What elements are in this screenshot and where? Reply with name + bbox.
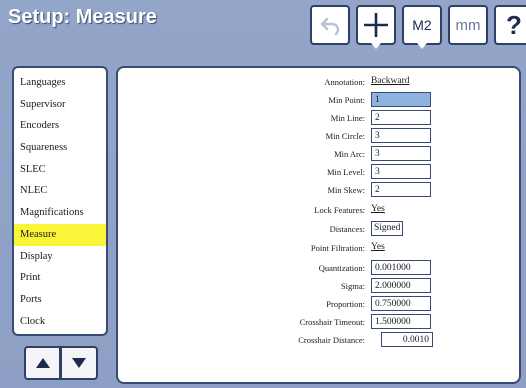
setting-label: Annotation: bbox=[324, 77, 365, 87]
measure-mode-button[interactable]: M2 bbox=[402, 5, 442, 49]
menu-item-print[interactable]: Print bbox=[14, 267, 106, 289]
menu-item-ports[interactable]: Ports bbox=[14, 289, 106, 311]
arrow-down-icon bbox=[72, 358, 86, 368]
setting-label: Min Skew: bbox=[327, 185, 365, 195]
min-circle-field[interactable]: 3 bbox=[371, 128, 431, 143]
setting-row-annotation: Annotation: Backward bbox=[118, 74, 519, 91]
setting-row-distances: Distances: Signed bbox=[118, 221, 519, 238]
units-button[interactable]: mm bbox=[448, 5, 488, 45]
setting-row-crosshair-timeout: Crosshair Timeout: 1.500000 bbox=[118, 314, 519, 331]
menu-scroll-controls bbox=[24, 346, 100, 380]
crosshair-distance-field[interactable]: 0.0010 bbox=[381, 332, 433, 347]
scroll-down-button[interactable] bbox=[61, 346, 98, 380]
setting-row-min-level: Min Level: 3 bbox=[118, 164, 519, 181]
setting-row-min-line: Min Line: 2 bbox=[118, 110, 519, 127]
min-skew-field[interactable]: 2 bbox=[371, 182, 431, 197]
setting-row-sigma: Sigma: 2.000000 bbox=[118, 278, 519, 295]
min-line-field[interactable]: 2 bbox=[371, 110, 431, 125]
lock-features-value[interactable]: Yes bbox=[371, 202, 385, 217]
dropdown-pointer-icon bbox=[371, 43, 381, 49]
mm-label: mm bbox=[455, 16, 481, 34]
setting-label: Point Filtration: bbox=[310, 243, 365, 253]
setup-menu: Languages Supervisor Encoders Squareness… bbox=[12, 66, 108, 336]
setting-label: Sigma: bbox=[340, 281, 365, 291]
min-point-field[interactable]: 1 bbox=[371, 92, 431, 107]
min-level-field[interactable]: 3 bbox=[371, 164, 431, 179]
menu-item-measure[interactable]: Measure bbox=[14, 223, 106, 246]
setting-row-crosshair-distance: Crosshair Distance: 0.0010 bbox=[118, 332, 519, 349]
measure-settings-panel: Annotation: Backward Min Point: 1 Min Li… bbox=[116, 66, 521, 384]
setting-label: Min Point: bbox=[328, 95, 365, 105]
setting-row-min-point: Min Point: 1 bbox=[118, 92, 519, 109]
min-arc-field[interactable]: 3 bbox=[371, 146, 431, 161]
arrow-up-icon bbox=[35, 358, 50, 368]
menu-item-encoders[interactable]: Encoders bbox=[14, 115, 106, 137]
undo-icon bbox=[320, 17, 340, 36]
point-filtration-value[interactable]: Yes bbox=[371, 240, 385, 255]
setting-label: Quantization: bbox=[318, 263, 365, 273]
menu-item-display[interactable]: Display bbox=[14, 246, 106, 268]
proportion-field[interactable]: 0.750000 bbox=[371, 296, 431, 311]
setting-label: Min Line: bbox=[330, 113, 365, 123]
crosshair-timeout-field[interactable]: 1.500000 bbox=[371, 314, 431, 329]
menu-item-slec[interactable]: SLEC bbox=[14, 159, 106, 181]
annotation-value[interactable]: Backward bbox=[371, 74, 410, 89]
setting-row-min-arc: Min Arc: 3 bbox=[118, 146, 519, 163]
menu-item-languages[interactable]: Languages bbox=[14, 72, 106, 94]
scroll-up-button[interactable] bbox=[24, 346, 61, 380]
setting-row-lock-features: Lock Features: Yes bbox=[118, 202, 519, 219]
screen: Setup: Measure M2 mm ? Languages Supervi… bbox=[0, 0, 526, 388]
menu-item-squareness[interactable]: Squareness bbox=[14, 137, 106, 159]
setting-label: Lock Features: bbox=[314, 205, 365, 215]
setting-label: Distances: bbox=[329, 224, 365, 234]
setting-label: Crosshair Timeout: bbox=[299, 317, 365, 327]
setting-row-quantization: Quantization: 0.001000 bbox=[118, 260, 519, 277]
crosshair-button[interactable] bbox=[356, 5, 396, 49]
setting-label: Min Circle: bbox=[325, 131, 365, 141]
menu-item-supervisor[interactable]: Supervisor bbox=[14, 94, 106, 116]
setting-row-point-filtration: Point Filtration: Yes bbox=[118, 240, 519, 257]
setting-row-min-skew: Min Skew: 2 bbox=[118, 182, 519, 199]
page-title: Setup: Measure bbox=[8, 6, 157, 28]
setting-label: Min Level: bbox=[326, 167, 365, 177]
setting-label: Proportion: bbox=[326, 299, 365, 309]
setting-label: Crosshair Distance: bbox=[298, 335, 365, 345]
setting-label: Min Arc: bbox=[334, 149, 365, 159]
toolbar: M2 mm ? bbox=[310, 5, 526, 49]
setting-row-proportion: Proportion: 0.750000 bbox=[118, 296, 519, 313]
menu-item-magnifications[interactable]: Magnifications bbox=[14, 202, 106, 224]
m2-label: M2 bbox=[412, 17, 432, 33]
help-icon: ? bbox=[506, 9, 522, 40]
quantization-field[interactable]: 0.001000 bbox=[371, 260, 431, 275]
crosshair-icon bbox=[364, 13, 388, 37]
setting-row-min-circle: Min Circle: 3 bbox=[118, 128, 519, 145]
distances-value[interactable]: Signed bbox=[371, 221, 404, 236]
help-button[interactable]: ? bbox=[494, 5, 526, 45]
sigma-field[interactable]: 2.000000 bbox=[371, 278, 431, 293]
dropdown-pointer-icon bbox=[417, 43, 427, 49]
undo-button[interactable] bbox=[310, 5, 350, 45]
menu-item-nlec[interactable]: NLEC bbox=[14, 180, 106, 202]
menu-item-clock[interactable]: Clock bbox=[14, 311, 106, 333]
